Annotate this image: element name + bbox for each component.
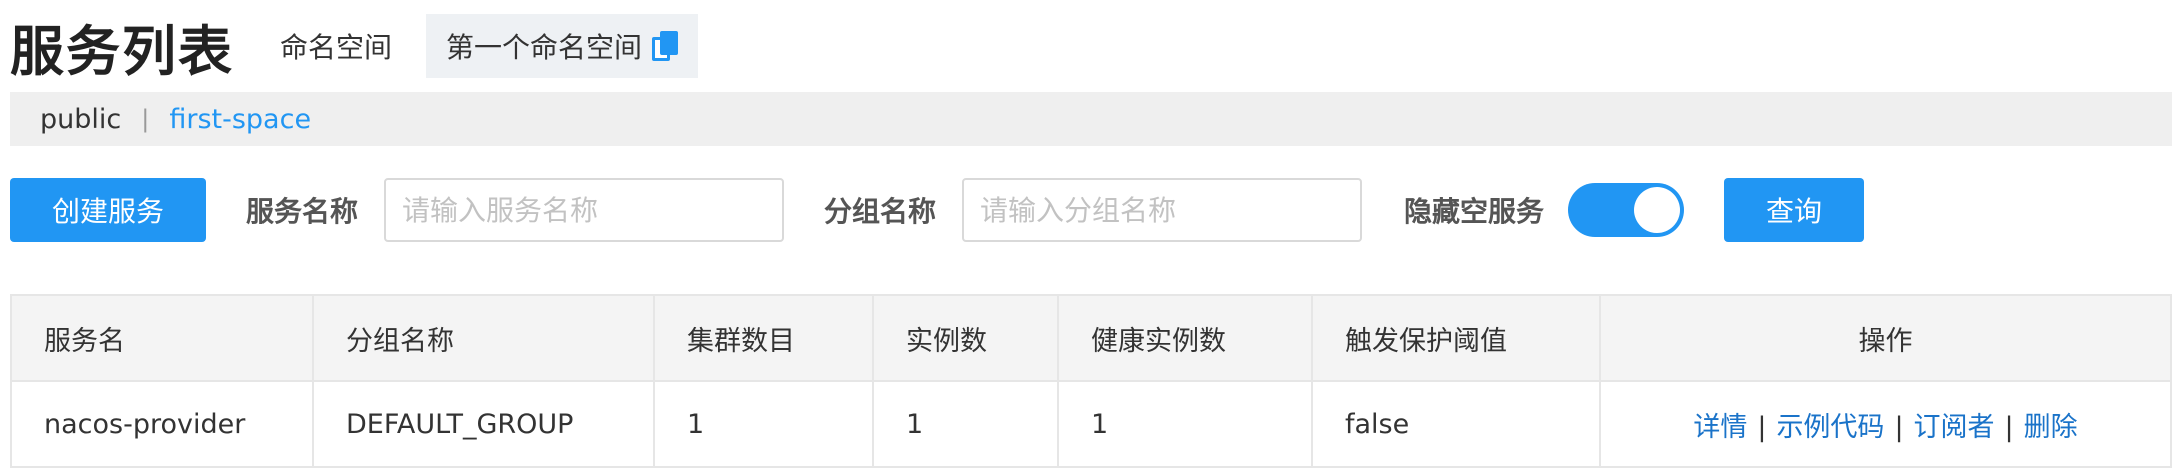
- cell-healthy-count: 1: [1057, 380, 1313, 468]
- namespace-bar: public | first-space: [10, 92, 2172, 146]
- group-name-input[interactable]: [962, 178, 1363, 242]
- service-name-input[interactable]: [384, 178, 785, 242]
- cell-ops: 详情 | 示例代码 | 订阅者 | 删除: [1599, 380, 2172, 468]
- title-row: 服务列表 命名空间 第一个命名空间: [10, 8, 699, 84]
- cell-service-name: nacos-provider: [10, 380, 314, 468]
- col-header-protect-threshold: 触发保护阈值: [1311, 294, 1601, 382]
- filter-row: 创建服务 服务名称 分组名称 隐藏空服务 查询: [10, 178, 1865, 242]
- cell-group-name: DEFAULT_GROUP: [312, 380, 655, 468]
- cell-instance-count: 1: [872, 380, 1059, 468]
- namespace-separator: |: [141, 105, 150, 133]
- col-header-ops: 操作: [1599, 294, 2172, 382]
- sample-code-link[interactable]: 示例代码: [1776, 412, 1884, 443]
- col-header-group-name: 分组名称: [312, 294, 655, 382]
- hide-empty-toggle[interactable]: [1568, 183, 1685, 237]
- query-button[interactable]: 查询: [1724, 178, 1865, 242]
- col-header-service-name: 服务名: [10, 294, 314, 382]
- page-title: 服务列表: [10, 19, 234, 83]
- op-separator: |: [1894, 411, 1904, 443]
- cell-cluster-count: 1: [653, 380, 874, 468]
- hide-empty-label: 隐藏空服务: [1404, 195, 1545, 228]
- service-name-label: 服务名称: [246, 195, 359, 228]
- group-name-label: 分组名称: [824, 195, 937, 228]
- current-namespace-name: 第一个命名空间: [446, 31, 643, 64]
- namespace-item-first-space[interactable]: first-space: [169, 104, 311, 135]
- col-header-cluster-count: 集群数目: [653, 294, 874, 382]
- table-row: nacos-provider DEFAULT_GROUP 1 1 1 false…: [10, 380, 2172, 468]
- table-header-row: 服务名 分组名称 集群数目 实例数 健康实例数 触发保护阈值 操作: [10, 294, 2172, 382]
- col-header-healthy-count: 健康实例数: [1057, 294, 1313, 382]
- create-service-button[interactable]: 创建服务: [10, 178, 206, 242]
- service-list-page: 服务列表 命名空间 第一个命名空间 public | first-space 创…: [0, 0, 2172, 472]
- current-namespace: 第一个命名空间: [426, 14, 699, 78]
- detail-link[interactable]: 详情: [1693, 412, 1747, 443]
- toggle-knob: [1634, 187, 1681, 233]
- service-table: 服务名 分组名称 集群数目 实例数 健康实例数 触发保护阈值 操作 nacos-…: [10, 294, 2172, 468]
- col-header-instance-count: 实例数: [872, 294, 1059, 382]
- copy-icon[interactable]: [652, 31, 679, 61]
- op-separator: |: [1757, 411, 1767, 443]
- delete-link[interactable]: 删除: [2024, 412, 2078, 443]
- namespace-item-public[interactable]: public: [40, 104, 121, 135]
- op-separator: |: [2004, 411, 2014, 443]
- subscribers-link[interactable]: 订阅者: [1914, 412, 1995, 443]
- cell-protect-threshold: false: [1311, 380, 1601, 468]
- namespace-label: 命名空间: [280, 31, 393, 64]
